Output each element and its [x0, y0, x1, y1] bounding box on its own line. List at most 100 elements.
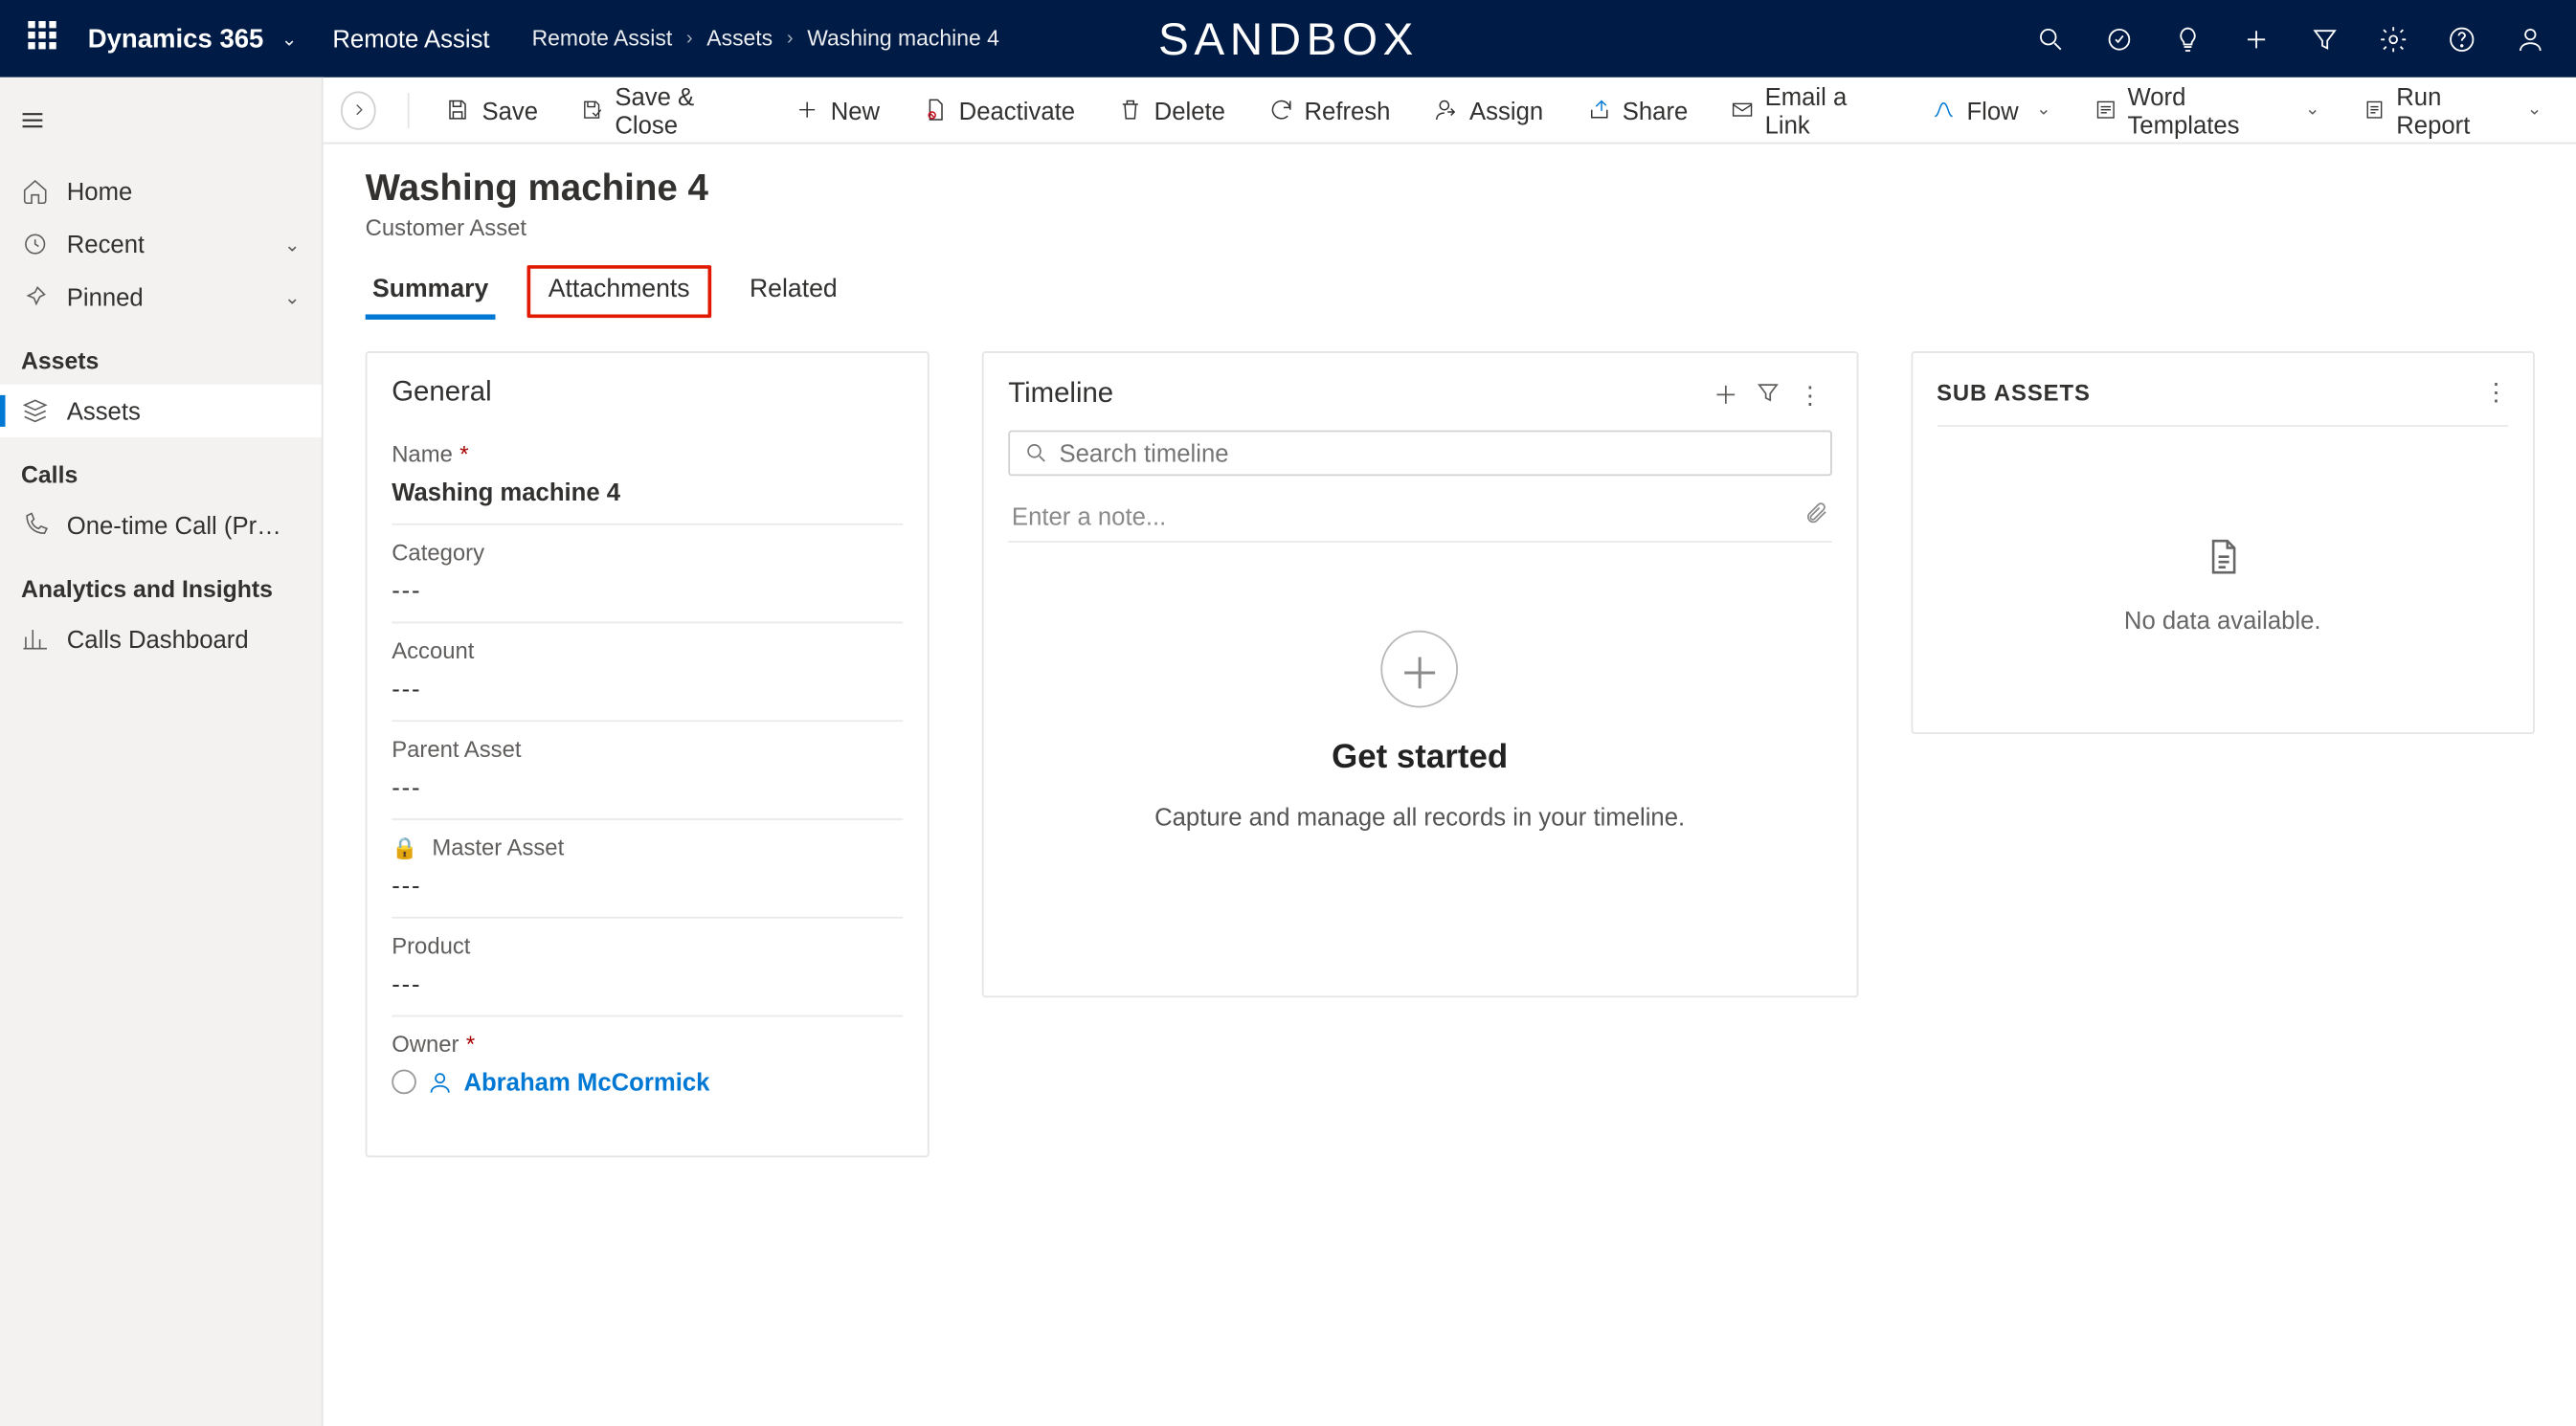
timeline-get-started-button[interactable]: ＋ — [1381, 631, 1459, 708]
nav-item-onetime-call[interactable]: One-time Call (Previe... — [0, 499, 322, 551]
flow-button[interactable]: Flow ⌄ — [1913, 85, 2069, 134]
subassets-more-button[interactable]: ⋮ — [2484, 378, 2509, 408]
command-bar: Save Save & Close New Deactivate Delete — [324, 78, 2576, 145]
empty-title: Get started — [1332, 740, 1508, 778]
nav-home[interactable]: Home — [0, 165, 322, 217]
subassets-header: SUB ASSETS ⋮ — [1937, 378, 2508, 427]
environment-badge: SANDBOX — [1158, 11, 1419, 66]
help-icon[interactable] — [2447, 24, 2476, 54]
breadcrumb: Remote Assist › Assets › Washing machine… — [532, 27, 999, 52]
cmd-label: Run Report — [2396, 81, 2509, 138]
filter-icon[interactable] — [2310, 24, 2340, 54]
empty-text: No data available. — [2124, 606, 2321, 634]
nav-group-analytics: Analytics and Insights — [0, 551, 322, 613]
task-icon[interactable] — [2104, 24, 2134, 54]
field-value[interactable]: --- — [392, 675, 903, 702]
timeline-search[interactable] — [1008, 431, 1831, 477]
breadcrumb-item[interactable]: Remote Assist — [532, 27, 673, 52]
field-name[interactable]: Name* Washing machine 4 — [392, 427, 903, 525]
brand-name[interactable]: Dynamics 365 — [88, 24, 264, 54]
field-label: Name — [392, 441, 453, 468]
cmd-label: Flow — [1966, 96, 2018, 123]
nav-recent[interactable]: Recent ⌄ — [0, 218, 322, 271]
owner-lookup[interactable]: Abraham McCormick — [392, 1068, 903, 1096]
field-label: Account — [392, 637, 903, 664]
back-button[interactable] — [341, 91, 377, 129]
user-icon[interactable] — [2516, 24, 2545, 54]
nav-group-assets: Assets — [0, 323, 322, 385]
nav-item-assets[interactable]: Assets — [0, 385, 322, 437]
field-category[interactable]: Category --- — [392, 525, 903, 624]
record-subtitle: Customer Asset — [366, 214, 2535, 241]
person-icon — [427, 1069, 454, 1096]
field-value[interactable]: --- — [392, 772, 903, 800]
tab-summary[interactable]: Summary — [366, 265, 496, 318]
timeline-add-button[interactable]: ＋ — [1705, 378, 1747, 413]
plus-icon[interactable] — [2241, 24, 2271, 54]
app-launcher-icon[interactable] — [28, 21, 63, 56]
field-value[interactable]: Washing machine 4 — [392, 478, 903, 505]
field-owner[interactable]: Owner* Abraham McCormick — [392, 1016, 903, 1113]
cmd-label: Share — [1623, 96, 1689, 123]
chevron-down-icon[interactable]: ⌄ — [2305, 100, 2319, 120]
field-label: Product — [392, 932, 903, 959]
assign-button[interactable]: Assign — [1415, 85, 1560, 134]
nav-label: Recent — [67, 230, 145, 257]
timeline-empty-state: ＋ Get started Capture and manage all rec… — [1008, 631, 1831, 831]
app-name[interactable]: Remote Assist — [332, 25, 489, 53]
search-icon[interactable] — [2036, 24, 2066, 54]
field-parent-asset[interactable]: Parent Asset --- — [392, 722, 903, 820]
email-link-button[interactable]: Email a Link — [1713, 71, 1905, 148]
new-button[interactable]: New — [776, 85, 898, 134]
chevron-down-icon[interactable]: ⌄ — [284, 233, 301, 256]
field-value[interactable]: --- — [392, 969, 903, 997]
site-nav: Home Recent ⌄ Pinned ⌄ Assets Assets Cal… — [0, 78, 324, 1426]
breadcrumb-item[interactable]: Assets — [706, 27, 773, 52]
delete-button[interactable]: Delete — [1100, 85, 1243, 134]
field-master-asset: 🔒Master Asset --- — [392, 820, 903, 919]
timeline-note-input[interactable]: Enter a note... — [1008, 490, 1831, 543]
attachment-icon[interactable] — [1803, 501, 1828, 530]
field-account[interactable]: Account --- — [392, 623, 903, 722]
save-button[interactable]: Save — [428, 85, 556, 134]
share-button[interactable]: Share — [1568, 85, 1706, 134]
record-title: Washing machine 4 — [366, 168, 2535, 211]
owner-name[interactable]: Abraham McCormick — [463, 1068, 709, 1096]
chevron-down-icon[interactable]: ⌄ — [2036, 100, 2050, 120]
nav-label: Calls Dashboard — [67, 625, 249, 653]
field-value[interactable]: --- — [392, 576, 903, 604]
word-templates-button[interactable]: Word Templates ⌄ — [2075, 71, 2338, 148]
brand-chevron-icon[interactable]: ⌄ — [281, 27, 298, 50]
chevron-right-icon: › — [686, 28, 693, 49]
deactivate-button[interactable]: Deactivate — [905, 85, 1093, 134]
refresh-button[interactable]: Refresh — [1250, 85, 1408, 134]
section-title: Timeline — [1008, 379, 1113, 411]
nav-item-calls-dashboard[interactable]: Calls Dashboard — [0, 613, 322, 665]
chevron-down-icon[interactable]: ⌄ — [2527, 100, 2542, 120]
save-close-button[interactable]: Save & Close — [563, 71, 770, 148]
nav-collapse-button[interactable] — [0, 99, 322, 166]
required-icon: * — [459, 441, 468, 468]
separator — [409, 92, 411, 127]
timeline-more-button[interactable]: ⋮ — [1789, 380, 1831, 410]
timeline-search-input[interactable] — [1059, 439, 1815, 467]
chevron-down-icon[interactable]: ⌄ — [284, 285, 301, 308]
global-actions — [2036, 24, 2564, 54]
section-title: SUB ASSETS — [1937, 379, 2091, 406]
tab-related[interactable]: Related — [743, 265, 844, 318]
nav-pinned[interactable]: Pinned ⌄ — [0, 271, 322, 323]
page: Washing machine 4 Customer Asset Summary… — [324, 144, 2576, 1426]
subassets-empty-state: No data available. — [1937, 532, 2508, 634]
run-report-button[interactable]: Run Report ⌄ — [2344, 71, 2559, 148]
tab-attachments[interactable]: Attachments — [527, 265, 711, 318]
nav-label: Assets — [67, 397, 141, 425]
gear-icon[interactable] — [2379, 24, 2408, 54]
lock-icon: 🔒 — [392, 836, 417, 860]
field-label: Owner — [392, 1031, 459, 1058]
breadcrumb-item[interactable]: Washing machine 4 — [807, 27, 999, 52]
global-nav: Dynamics 365 ⌄ Remote Assist Remote Assi… — [0, 0, 2576, 78]
content-area: Save Save & Close New Deactivate Delete — [324, 78, 2576, 1426]
timeline-filter-button[interactable] — [1747, 379, 1789, 411]
lightbulb-icon[interactable] — [2173, 24, 2203, 54]
field-product[interactable]: Product --- — [392, 919, 903, 1017]
